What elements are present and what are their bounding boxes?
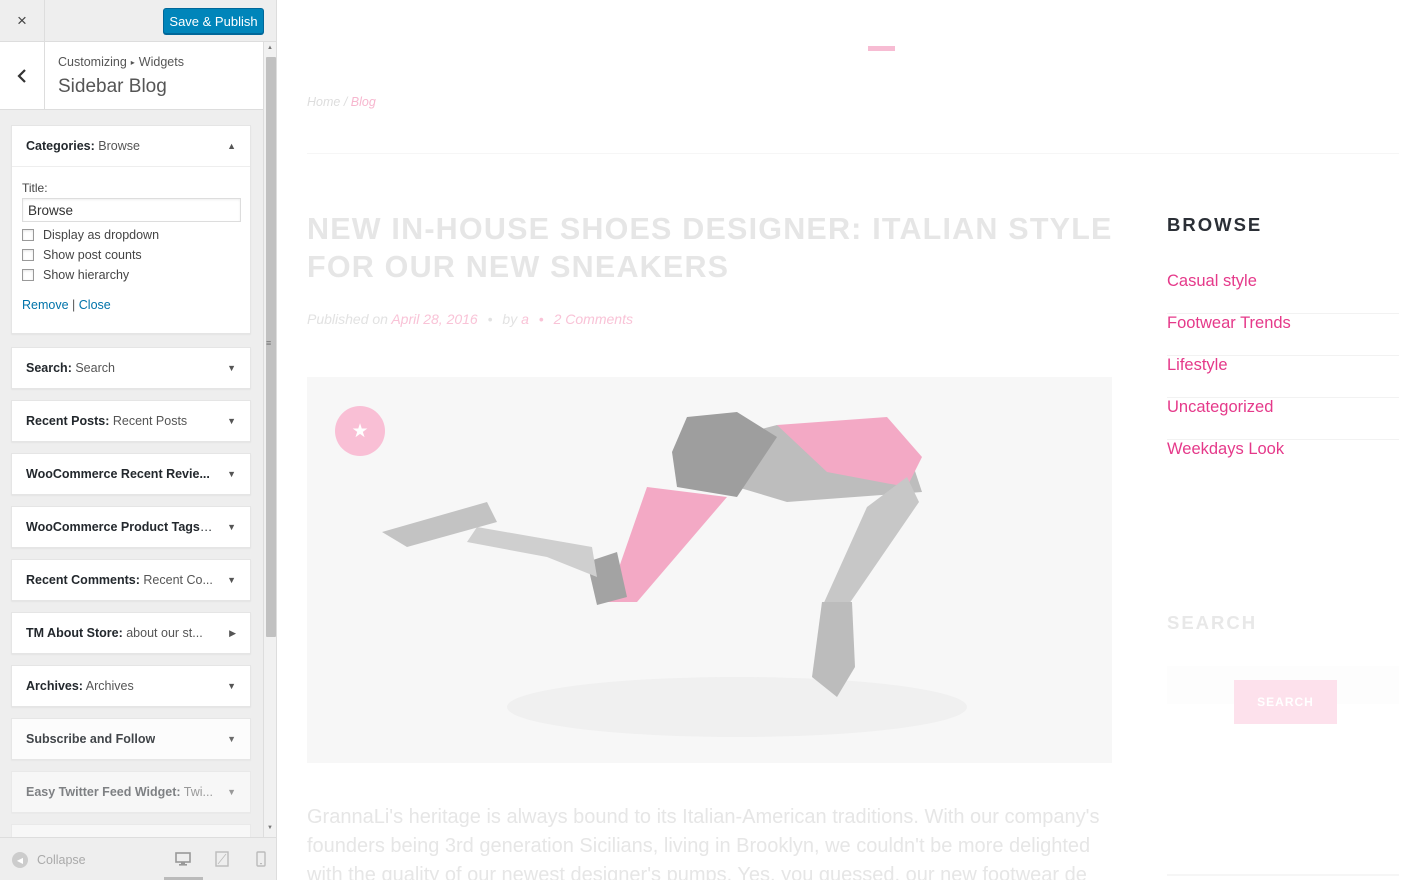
arrow-down-icon[interactable]: ▼ <box>227 787 236 797</box>
category-link[interactable]: Casual style <box>1167 272 1399 314</box>
widget-recent-comments[interactable]: Recent Comments: Recent Co... ▼ <box>11 559 251 601</box>
widget-title: Recent Posts: Recent Posts <box>26 414 188 428</box>
close-icon: × <box>17 10 27 30</box>
widget-archives[interactable]: Archives: Archives ▼ <box>11 665 251 707</box>
tablet-preview-icon[interactable] <box>214 851 230 867</box>
site-preview: Home / Blog NEW IN-HOUSE SHOES DESIGNER:… <box>277 0 1425 880</box>
sidebar-browse-title: BROWSE <box>1167 214 1263 235</box>
widget-woocommerce-tags[interactable]: WooCommerce Product Tags:... ▼ <box>11 506 251 548</box>
post-date-link[interactable]: April 28, 2016 <box>391 311 477 327</box>
collapse-button[interactable]: ◀ Collapse <box>12 852 86 868</box>
checkbox[interactable] <box>22 249 34 261</box>
widget-woocommerce-reviews[interactable]: WooCommerce Recent Revie... ▼ <box>11 453 251 495</box>
option-post-counts[interactable]: Show post counts <box>22 248 240 262</box>
widget-title: WooCommerce Product Tags:... <box>26 520 214 534</box>
jumping-runner-illustration <box>382 412 967 737</box>
desktop-preview-icon[interactable] <box>175 851 191 867</box>
scroll-grip-icon: ≡ <box>266 338 272 348</box>
mobile-preview-icon[interactable] <box>253 851 269 867</box>
breadcrumb-current: Blog <box>350 95 376 109</box>
arrow-down-icon[interactable]: ▼ <box>227 416 236 426</box>
widget-twitter-feed[interactable]: Easy Twitter Feed Widget: Twi... ▼ <box>11 771 251 813</box>
close-link[interactable]: Close <box>79 298 111 312</box>
sidebar-search-button[interactable]: SEARCH <box>1234 680 1337 724</box>
arrow-down-icon[interactable]: ▼ <box>227 363 236 373</box>
widget-title: Recent Comments: Recent Co... <box>26 573 213 587</box>
widget-form: Title: Display as dropdown Show post cou… <box>12 167 250 326</box>
arrow-right-icon[interactable]: ▶ <box>229 628 236 639</box>
remove-link[interactable]: Remove <box>22 298 69 312</box>
widget-categories: Categories: Browse ▲ Title: Display as d… <box>11 125 251 334</box>
option-hierarchy[interactable]: Show hierarchy <box>22 268 240 282</box>
sidebar-search-title: SEARCH <box>1167 612 1258 633</box>
widget-header[interactable]: TM About Store: about our st... ▶ <box>12 613 250 653</box>
back-button[interactable] <box>0 42 45 109</box>
widget-header[interactable]: Recent Comments: Recent Co... ▼ <box>12 560 250 600</box>
category-link[interactable]: Lifestyle <box>1167 356 1399 398</box>
scroll-up-icon[interactable]: ▲ <box>267 45 273 51</box>
customizer-header: × Save & Publish <box>0 0 276 42</box>
widget-actions: Remove | Close <box>22 298 111 312</box>
header-accent <box>868 46 895 51</box>
breadcrumb-separator-icon: ▸ <box>130 58 135 67</box>
category-link[interactable]: Weekdays Look <box>1167 440 1399 482</box>
post-meta: Published on April 28, 2016 • by a • 2 C… <box>307 311 633 327</box>
title-input[interactable] <box>22 198 241 222</box>
widget-subscribe[interactable]: Subscribe and Follow ▼ <box>11 718 251 760</box>
panel-scrollbar[interactable]: ▲ ≡ ▼ <box>263 42 276 837</box>
category-link[interactable]: Footwear Trends <box>1167 314 1399 356</box>
widget-title: Search: Search <box>26 361 115 375</box>
breadcrumb-item: Customizing <box>58 55 127 69</box>
arrow-down-icon[interactable]: ▼ <box>227 681 236 691</box>
widget-search[interactable]: Search: Search ▼ <box>11 347 251 389</box>
arrow-up-icon[interactable]: ▲ <box>227 141 236 151</box>
widget-title: Archives: Archives <box>26 679 134 693</box>
sidebar-divider <box>1167 874 1399 876</box>
category-link[interactable]: Uncategorized <box>1167 398 1399 440</box>
scroll-down-icon[interactable]: ▼ <box>267 825 273 831</box>
widget-header[interactable]: Archives: Archives ▼ <box>12 666 250 706</box>
arrow-down-icon[interactable]: ▼ <box>227 522 236 532</box>
widget-header[interactable]: WooCommerce Product Tags:... ▼ <box>12 507 250 547</box>
preview-breadcrumb: Home / Blog <box>307 95 376 109</box>
widget-title: WooCommerce Recent Revie... <box>26 467 210 481</box>
section-header: Customizing ▸ Widgets Sidebar Blog <box>0 42 263 110</box>
breadcrumb-item: Widgets <box>138 55 184 69</box>
widget-title: Subscribe and Follow <box>26 732 156 746</box>
arrow-down-icon[interactable]: ▼ <box>227 575 236 585</box>
arrow-down-icon[interactable]: ▼ <box>227 734 236 744</box>
post-title[interactable]: NEW IN-HOUSE SHOES DESIGNER: ITALIAN STY… <box>307 210 1127 286</box>
customizer-panel: × Save & Publish Customizing ▸ Widgets Sid… <box>0 0 277 880</box>
option-dropdown[interactable]: Display as dropdown <box>22 228 240 242</box>
post-comments-link[interactable]: 2 Comments <box>554 311 633 327</box>
widget-header[interactable]: Categories: Browse ▲ <box>12 126 250 167</box>
collapse-icon: ◀ <box>12 852 28 868</box>
title-label: Title: <box>22 181 48 195</box>
widget-header[interactable]: WooCommerce Recent Revie... ▼ <box>12 454 250 494</box>
widget-header[interactable]: Easy Twitter Feed Widget: Twi... ▼ <box>12 772 250 812</box>
checkbox[interactable] <box>22 229 34 241</box>
widget-header[interactable]: Search: Search ▼ <box>12 348 250 388</box>
post-author-link[interactable]: a <box>521 311 529 327</box>
widget-title: Easy Twitter Feed Widget: Twi... <box>26 785 213 799</box>
featured-star-icon: ★ <box>335 406 385 456</box>
widget-recent-posts[interactable]: Recent Posts: Recent Posts ▼ <box>11 400 251 442</box>
arrow-down-icon[interactable]: ▼ <box>227 469 236 479</box>
widget-title: TM About Store: about our st... <box>26 626 203 640</box>
divider <box>307 153 1399 154</box>
checkbox[interactable] <box>22 269 34 281</box>
widget-title: Categories: Browse <box>26 139 140 153</box>
widget-about-store[interactable]: TM About Store: about our st... ▶ <box>11 612 251 654</box>
chevron-left-icon <box>17 68 26 83</box>
breadcrumb: Customizing ▸ Widgets <box>58 55 184 69</box>
widget-header[interactable]: Subscribe and Follow ▼ <box>12 719 250 759</box>
post-featured-image[interactable]: ★ <box>307 377 1112 763</box>
save-publish-button[interactable]: Save & Publish <box>163 8 264 34</box>
close-customizer-button[interactable]: × <box>0 0 45 41</box>
breadcrumb-home-link[interactable]: Home <box>307 95 340 109</box>
section-title: Sidebar Blog <box>58 76 167 97</box>
widget-header[interactable]: Recent Posts: Recent Posts ▼ <box>12 401 250 441</box>
post-excerpt: GrannaLi's heritage is always bound to i… <box>307 806 1100 880</box>
customizer-footer: ◀ Collapse <box>0 837 276 880</box>
